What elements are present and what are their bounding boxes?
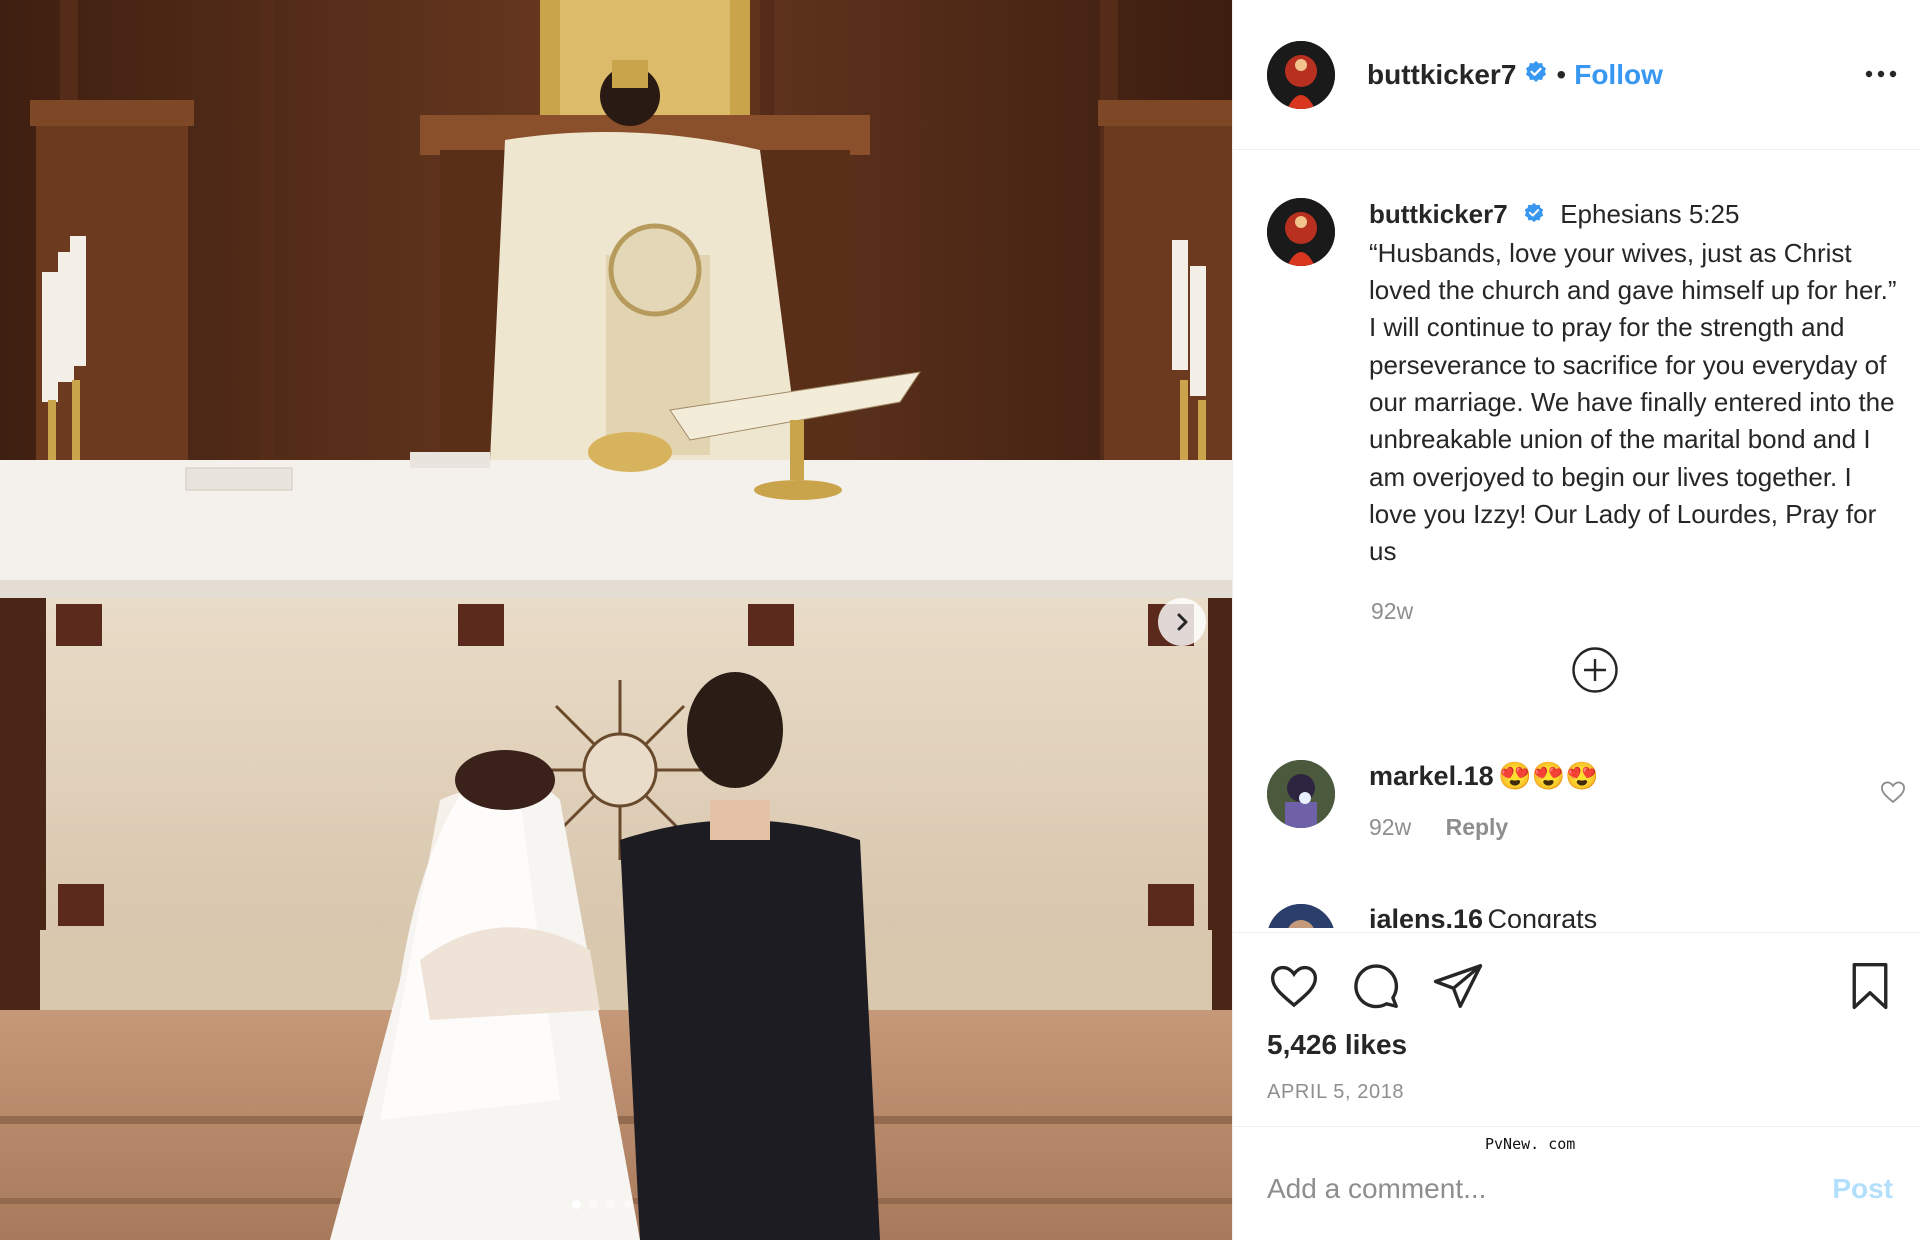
heart-icon[interactable] [1267,959,1321,1018]
heart-icon[interactable] [1879,778,1907,811]
post-actions: 5,426 likes APRIL 5, 2018 [1233,932,1920,1126]
bookmark-icon[interactable] [1843,959,1897,1018]
avatar[interactable] [1267,760,1335,828]
comment-username[interactable]: jalens.16 [1369,904,1483,928]
avatar[interactable] [1267,198,1335,266]
caption-timestamp[interactable]: 92w [1371,598,1413,625]
comment-text: 😍😍😍 [1498,761,1599,791]
comment-meta: 92w Reply [1369,814,1599,841]
paper-plane-icon[interactable] [1431,959,1485,1018]
follow-button[interactable]: Follow [1574,59,1663,91]
next-photo-button[interactable] [1158,598,1206,646]
plus-circle-icon[interactable] [1571,646,1619,694]
comment-text: Congrats [1487,904,1598,928]
chevron-right-icon [1171,611,1193,633]
more-options-icon[interactable] [1863,56,1899,97]
comment-timestamp[interactable]: 92w [1369,814,1411,840]
post-photo[interactable] [0,0,1232,1240]
caption-body: buttkicker7 Ephesians 5:25 “Husbands, lo… [1369,196,1905,570]
username[interactable]: buttkicker7 [1367,59,1516,91]
comment-body: jalens.16 Congrats [1369,904,1597,928]
add-comment-bar: PvNew. com Post [1233,1126,1920,1240]
carousel-dot [623,1200,632,1209]
avatar[interactable] [1267,40,1335,109]
post-header: buttkicker7 • Follow [1233,0,1920,150]
post-caption: buttkicker7 Ephesians 5:25 “Husbands, lo… [1267,196,1907,570]
verified-badge-icon [1523,197,1545,234]
comment-body: markel.18 😍😍😍 92w Reply [1369,760,1599,841]
caption-first-line: Ephesians 5:25 [1560,199,1740,229]
comment-input[interactable] [1267,1169,1807,1209]
carousel-dot [589,1200,598,1209]
reply-button[interactable]: Reply [1446,814,1509,840]
wedding-photo-image [0,0,1232,1240]
watermark: PvNew. com [1485,1135,1576,1153]
post-date: APRIL 5, 2018 [1267,1081,1405,1103]
post-details-panel: buttkicker7 • Follow buttkicker7 Ephesia… [1232,0,1920,1240]
comment-username[interactable]: markel.18 [1369,761,1494,791]
likes-count[interactable]: 5,426 likes [1267,1029,1407,1061]
comment-item: markel.18 😍😍😍 92w Reply [1267,760,1907,841]
carousel-indicator [572,1200,632,1209]
caption-username[interactable]: buttkicker7 [1369,199,1508,229]
post-comment-button[interactable]: Post [1832,1173,1893,1205]
comment-item: jalens.16 Congrats [1267,900,1907,928]
verified-badge-icon [1524,60,1548,89]
avatar[interactable] [1267,904,1335,928]
caption-text: “Husbands, love your wives, just as Chri… [1369,237,1897,567]
separator-dot: • [1556,58,1567,90]
carousel-dot [606,1200,615,1209]
carousel-dot [572,1200,581,1209]
comment-bubble-icon[interactable] [1349,959,1403,1018]
